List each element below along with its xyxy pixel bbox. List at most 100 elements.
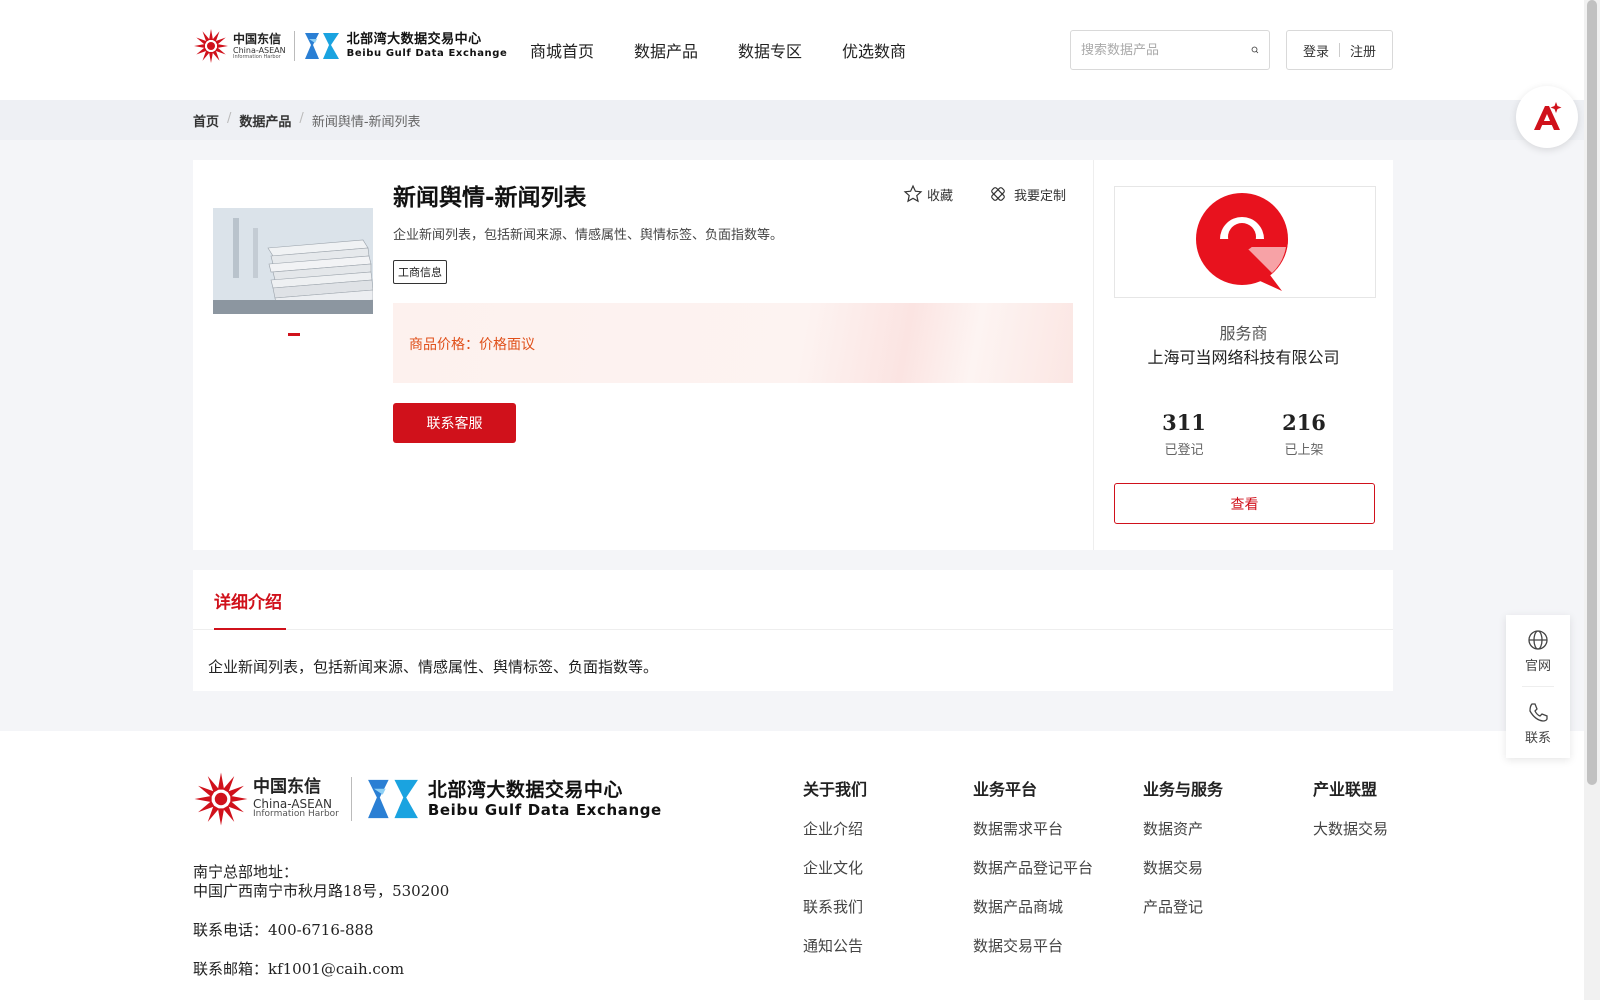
view-provider-button[interactable]: 查看 xyxy=(1114,483,1375,524)
tab-divider xyxy=(193,629,1393,630)
side-website-link[interactable]: 官网 xyxy=(1506,629,1570,674)
breadcrumb-current: 新闻舆情-新闻列表 xyxy=(311,115,421,130)
footer-link[interactable]: 数据交易 xyxy=(1143,857,1223,878)
product-title: 新闻舆情-新闻列表 xyxy=(393,185,587,211)
tab-detail-intro[interactable]: 详细介绍 xyxy=(214,588,282,613)
auth-buttons: 登录 注册 xyxy=(1286,30,1393,70)
footer-link[interactable]: 数据交易平台 xyxy=(973,935,1093,956)
carousel-indicator[interactable] xyxy=(288,333,300,336)
footer-email: 联系邮箱：kf1001@caih.com xyxy=(193,960,405,978)
footer-link[interactable]: 企业文化 xyxy=(803,857,867,878)
sunburst-logo-icon xyxy=(194,772,248,826)
breadcrumb-separator: / xyxy=(299,111,304,126)
breadcrumb: 首页 / 数据产品 / 新闻舆情-新闻列表 xyxy=(193,111,421,130)
footer-col-platforms: 业务平台 数据需求平台 数据产品登记平台 数据产品商城 数据交易平台 xyxy=(973,776,1093,974)
footer-beibu-gulf-logo: 北部湾大数据交易中心 Beibu Gulf Data Exchange xyxy=(364,777,662,821)
globe-icon xyxy=(1528,630,1548,650)
search-icon[interactable] xyxy=(1251,42,1259,58)
footer-link[interactable]: 联系我们 xyxy=(803,896,867,917)
price-label: 商品价格： xyxy=(409,337,479,353)
product-card: 新闻舆情-新闻列表 收藏 我要定制 企业新闻列表，包括新闻来源、情感属性、舆情标… xyxy=(193,160,1093,550)
footer-col-alliance: 产业联盟 大数据交易 xyxy=(1313,776,1388,857)
registered-label: 已登记 xyxy=(1164,443,1204,458)
search-box xyxy=(1070,30,1270,70)
logo-divider xyxy=(293,31,295,61)
footer-logo-cn-sub2: Information Harbor xyxy=(253,809,339,819)
sunburst-logo-icon xyxy=(194,29,228,63)
page-scrollbar[interactable] xyxy=(1584,0,1600,1000)
phone-icon xyxy=(1529,703,1548,722)
favorite-button[interactable]: 收藏 xyxy=(903,184,953,204)
footer-link[interactable]: 数据资产 xyxy=(1143,818,1223,839)
login-link[interactable]: 登录 xyxy=(1303,41,1329,60)
footer-link[interactable]: 产品登记 xyxy=(1143,896,1223,917)
category-tag: 工商信息 xyxy=(393,260,447,284)
footer-logo-cn-title: 中国东信 xyxy=(253,777,321,797)
provider-logo-icon xyxy=(1196,193,1288,291)
footer-link[interactable]: 大数据交易 xyxy=(1313,818,1388,839)
header: 中国东信 China-ASEAN Information Harbor 北部湾大… xyxy=(0,0,1584,100)
breadcrumb-home[interactable]: 首页 xyxy=(193,111,219,130)
footer-link[interactable]: 企业介绍 xyxy=(803,818,867,839)
breadcrumb-data-products[interactable]: 数据产品 xyxy=(239,111,291,130)
product-description: 企业新闻列表，包括新闻来源、情感属性、舆情标签、负面指数等。 xyxy=(393,228,784,243)
customize-icon xyxy=(991,187,1005,201)
provider-card: 服务商 上海可当网络科技有限公司 311 已登记 216 已上架 查看 xyxy=(1093,160,1393,550)
footer-link[interactable]: 数据产品登记平台 xyxy=(973,857,1093,878)
customize-label: 我要定制 xyxy=(1014,188,1067,204)
footer-link[interactable]: 数据需求平台 xyxy=(973,818,1093,839)
footer-link[interactable]: 数据产品商城 xyxy=(973,896,1093,917)
auth-divider xyxy=(1339,43,1340,57)
footer: 中国东信 China-ASEAN Information Harbor 北部湾大… xyxy=(0,731,1584,1000)
footer-address: 南宁总部地址： 中国广西南宁市秋月路18号，530200 xyxy=(193,863,449,901)
footer-col-heading: 关于我们 xyxy=(803,780,868,799)
customize-button[interactable]: 我要定制 xyxy=(988,184,1066,204)
provider-label: 服务商 xyxy=(1219,324,1268,343)
footer-logo-bg-sub: Beibu Gulf Data Exchange xyxy=(427,800,662,819)
detail-text: 企业新闻列表，包括新闻来源、情感属性、舆情标签、负面指数等。 xyxy=(208,658,659,676)
nav-item-mall-home[interactable]: 商城首页 xyxy=(530,38,594,62)
provider-name: 上海可当网络科技有限公司 xyxy=(1147,348,1340,367)
favorite-label: 收藏 xyxy=(927,188,954,204)
nav-item-preferred-vendors[interactable]: 优选数商 xyxy=(842,38,906,62)
side-contact-label: 联系 xyxy=(1524,731,1551,746)
footer-logo: 中国东信 China-ASEAN Information Harbor 北部湾大… xyxy=(193,771,662,827)
provider-logo[interactable] xyxy=(1114,186,1376,298)
breadcrumb-bar: 首页 / 数据产品 / 新闻舆情-新闻列表 xyxy=(0,100,1584,140)
scrollbar-thumb[interactable] xyxy=(1587,0,1597,785)
nav-item-data-zone[interactable]: 数据专区 xyxy=(738,38,802,62)
footer-col-about: 关于我们 企业介绍 企业文化 联系我们 通知公告 xyxy=(803,776,867,974)
ai-assistant-button[interactable] xyxy=(1516,86,1578,148)
site-logo[interactable]: 中国东信 China-ASEAN Information Harbor 北部湾大… xyxy=(193,28,507,64)
address-label: 南宁总部地址： xyxy=(193,863,299,881)
nav-item-data-products[interactable]: 数据产品 xyxy=(634,38,698,62)
price-box: 商品价格：价格面议 xyxy=(393,303,1073,383)
logo-cn-sub2: Information Harbor xyxy=(233,53,281,60)
address-value: 中国广西南宁市秋月路18号，530200 xyxy=(193,882,450,900)
footer-col-services: 业务与服务 数据资产 数据交易 产品登记 xyxy=(1143,776,1223,935)
listed-label: 已上架 xyxy=(1284,443,1324,458)
product-image[interactable] xyxy=(213,208,373,314)
registered-count: 311 xyxy=(1162,410,1206,435)
ai-assistant-icon xyxy=(1534,102,1562,130)
beibu-gulf-logo: 北部湾大数据交易中心 Beibu Gulf Data Exchange xyxy=(303,31,508,61)
stat-listed: 216 已上架 xyxy=(1244,410,1364,458)
listed-count: 216 xyxy=(1282,410,1326,435)
logo-bg-sub: Beibu Gulf Data Exchange xyxy=(346,48,508,59)
footer-link[interactable]: 通知公告 xyxy=(803,935,867,956)
china-asean-logo: 中国东信 China-ASEAN Information Harbor xyxy=(193,28,286,64)
side-divider xyxy=(1522,686,1554,687)
footer-col-heading: 业务与服务 xyxy=(1143,780,1224,799)
bgdx-mark-icon xyxy=(367,779,418,819)
register-link[interactable]: 注册 xyxy=(1350,41,1376,60)
breadcrumb-separator: / xyxy=(227,111,232,126)
contact-service-button[interactable]: 联系客服 xyxy=(393,403,516,443)
product-price: 商品价格：价格面议 xyxy=(409,334,535,354)
search-input[interactable] xyxy=(1081,42,1251,58)
logo-bg-title: 北部湾大数据交易中心 xyxy=(346,32,482,47)
detail-section: 详细介绍 企业新闻列表，包括新闻来源、情感属性、舆情标签、负面指数等。 xyxy=(193,570,1393,691)
logo-cn-title: 中国东信 xyxy=(233,31,282,46)
side-contact-link[interactable]: 联系 xyxy=(1506,701,1570,746)
side-website-label: 官网 xyxy=(1524,659,1551,674)
side-float-panel: 官网 联系 xyxy=(1506,615,1570,758)
